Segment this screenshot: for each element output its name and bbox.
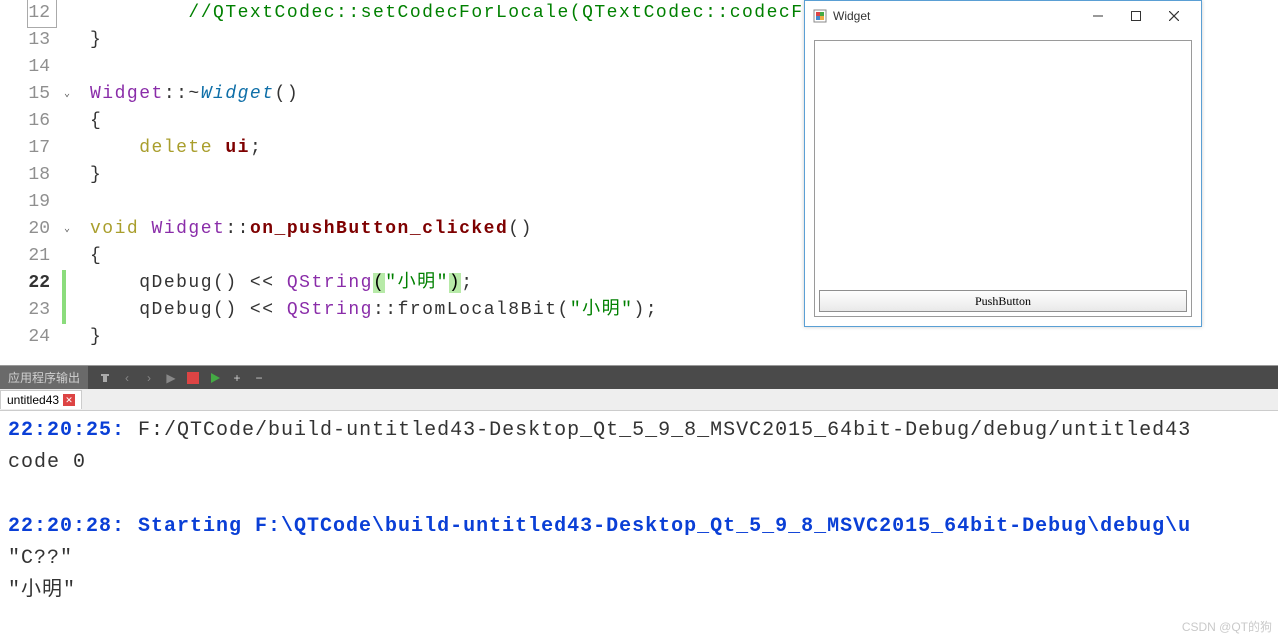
run-green-icon[interactable] [208, 371, 222, 385]
minimize-icon[interactable] [1079, 2, 1117, 30]
widget-content: PushButton [814, 40, 1192, 317]
output-line: code 0 [8, 447, 1270, 479]
output-header: 应用程序输出 ‹ › ▶ + − [0, 366, 1278, 389]
run-icon[interactable]: ▶ [164, 371, 178, 385]
change-marker [62, 270, 66, 324]
gutter-line[interactable]: 12 [0, 0, 56, 27]
next-icon[interactable]: › [142, 371, 156, 385]
output-panel: 应用程序输出 ‹ › ▶ + − untitled43 ✕ 22:20:25: … [0, 365, 1278, 637]
titlebar[interactable]: Widget [805, 1, 1201, 31]
clear-icon[interactable] [98, 371, 112, 385]
output-line: "小明" [8, 575, 1270, 607]
output-line [8, 479, 1270, 511]
prev-icon[interactable]: ‹ [120, 371, 134, 385]
gutter-line[interactable]: 18 [0, 162, 56, 189]
gutter-line[interactable]: 21 [0, 243, 56, 270]
gutter-line[interactable]: 16 [0, 108, 56, 135]
gutter-line[interactable]: 20⌄ [0, 216, 56, 243]
gutter-line[interactable]: 15⌄ [0, 81, 56, 108]
close-icon[interactable]: ✕ [63, 394, 75, 406]
output-line: "C??" [8, 543, 1270, 575]
plus-icon[interactable]: + [230, 371, 244, 385]
gutter-line[interactable]: 22 [0, 270, 56, 297]
fold-arrow-icon[interactable]: ⌄ [64, 81, 70, 108]
output-line: 22:20:28: Starting F:\QTCode\build-untit… [8, 511, 1270, 543]
output-tabs: untitled43 ✕ [0, 389, 1278, 411]
gutter-line[interactable]: 14 [0, 54, 56, 81]
close-icon[interactable] [1155, 2, 1193, 30]
minus-icon[interactable]: − [252, 371, 266, 385]
gutter-line[interactable]: 19 [0, 189, 56, 216]
push-button[interactable]: PushButton [819, 290, 1187, 312]
window-title: Widget [833, 9, 870, 23]
gutter-line[interactable]: 13 [0, 27, 56, 54]
output-tab[interactable]: untitled43 ✕ [0, 390, 82, 409]
output-panel-title: 应用程序输出 [0, 366, 88, 389]
fold-arrow-icon[interactable]: ⌄ [64, 216, 70, 243]
gutter-line[interactable]: 23 [0, 297, 56, 324]
output-tab-label: untitled43 [7, 393, 59, 407]
gutter-line[interactable]: 24 [0, 324, 56, 351]
code-line[interactable]: } [90, 324, 1278, 351]
output-line: 22:20:25: F:/QTCode/build-untitled43-Des… [8, 415, 1270, 447]
stop-icon[interactable] [186, 371, 200, 385]
widget-window: Widget PushButton [804, 0, 1202, 327]
app-icon [813, 9, 827, 23]
gutter-line[interactable]: 17 [0, 135, 56, 162]
output-content[interactable]: 22:20:25: F:/QTCode/build-untitled43-Des… [0, 411, 1278, 637]
maximize-icon[interactable] [1117, 2, 1155, 30]
